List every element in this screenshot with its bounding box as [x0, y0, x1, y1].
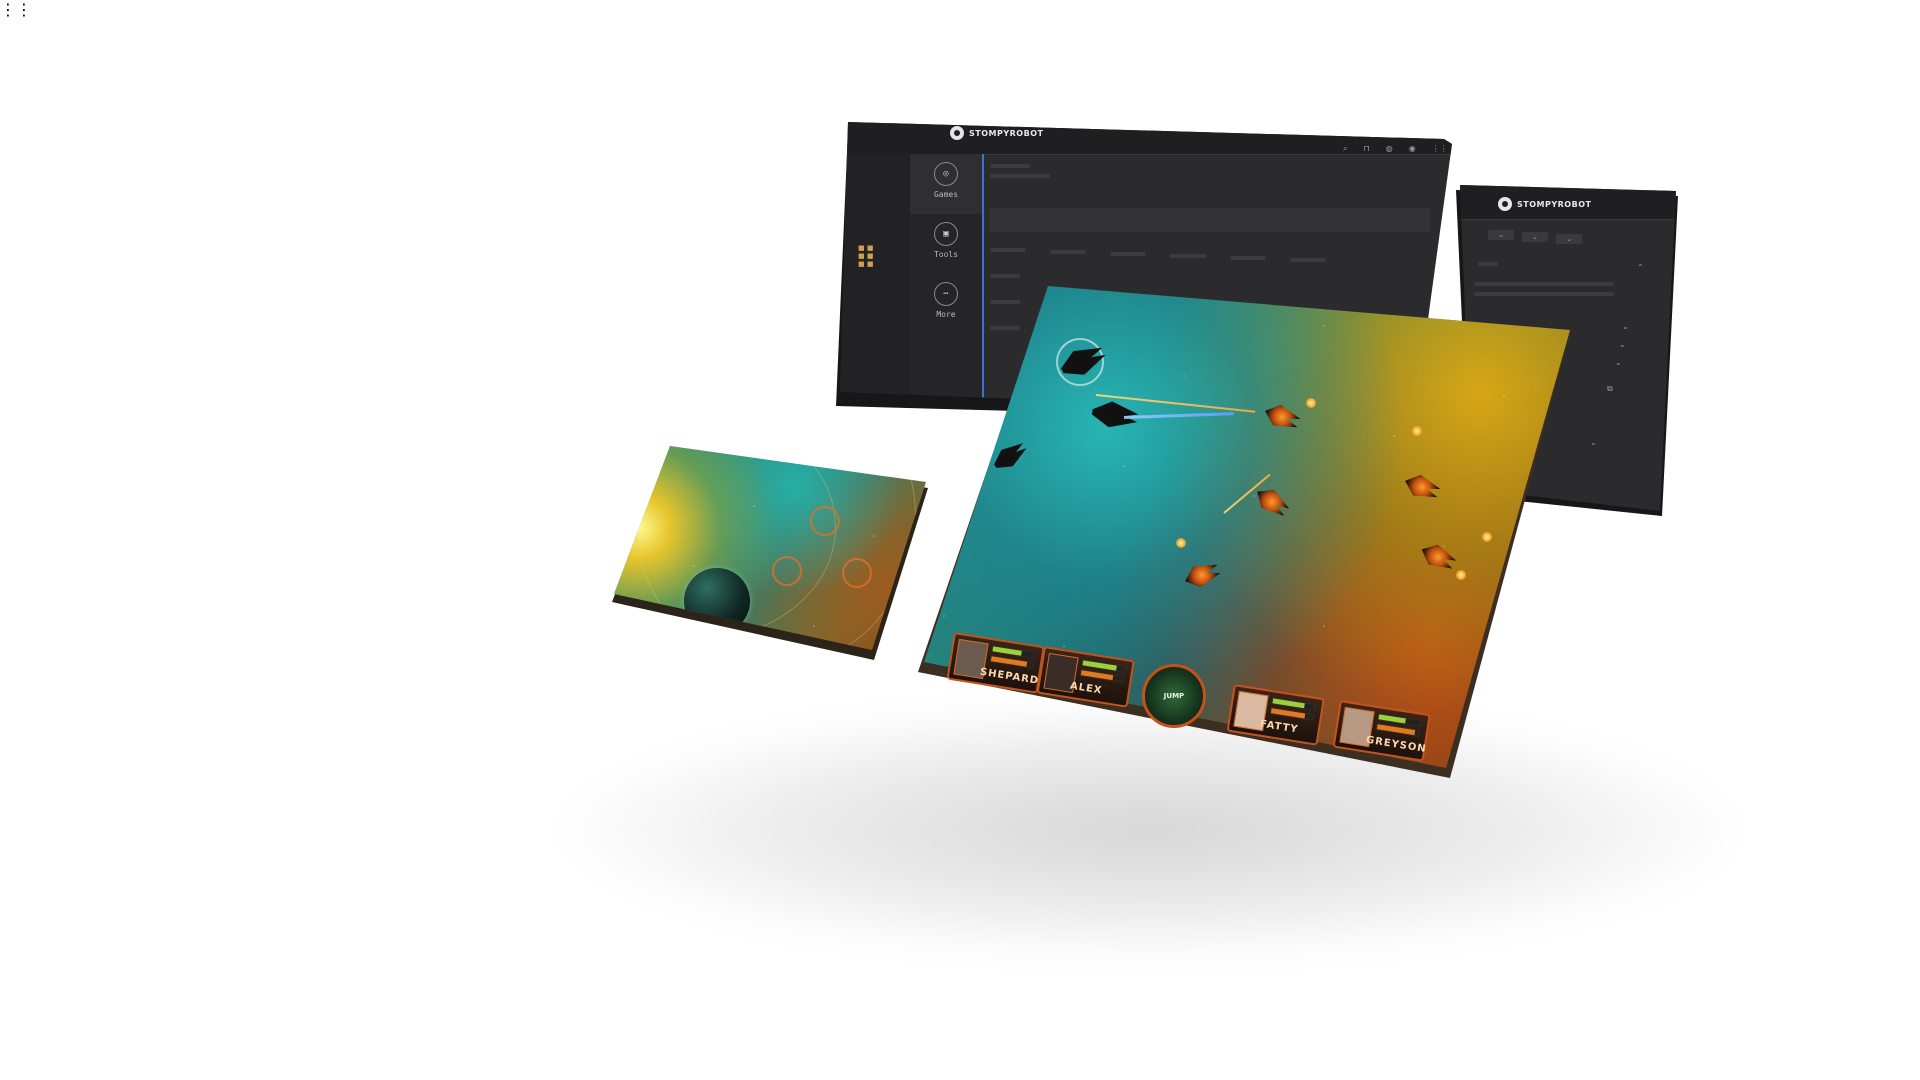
- content-line: [1050, 250, 1086, 254]
- floor-shadow: [560, 700, 1740, 960]
- crew-bars: [1269, 697, 1316, 724]
- more-icon: ⋯: [934, 282, 958, 306]
- filter-select[interactable]: ⌄: [1488, 230, 1514, 240]
- gamepad-icon: ◎: [934, 162, 958, 186]
- engine-glow: [1306, 398, 1316, 408]
- content-line: [1170, 254, 1206, 258]
- status-dots: ■ ■ ■ ■ ■ ■: [858, 244, 874, 268]
- content-line: [1474, 282, 1614, 286]
- chevron-down-icon[interactable]: ⌄: [1619, 340, 1626, 349]
- engine-glow: [1482, 532, 1492, 542]
- content-line: [990, 274, 1020, 278]
- crew-bars: [1375, 713, 1422, 740]
- globe-icon[interactable]: ◍: [1386, 144, 1393, 154]
- content-line: [1474, 292, 1614, 296]
- chevron-down-icon[interactable]: ⌄: [1622, 322, 1629, 331]
- engine-glow: [1456, 570, 1466, 580]
- engine-glow: [1412, 426, 1422, 436]
- jump-button[interactable]: JUMP: [1142, 664, 1206, 728]
- content-line: [1478, 262, 1498, 266]
- sidebar-item-label: Tools: [933, 250, 959, 259]
- engine-glow: [1176, 538, 1186, 548]
- copy-icon[interactable]: ⧉: [1607, 384, 1613, 394]
- brand-name: STOMPYROBOT: [969, 128, 1044, 138]
- sidebar-item-games[interactable]: ◎ Games: [910, 154, 982, 214]
- mobile-brand[interactable]: STOMPYROBOT: [1498, 197, 1591, 211]
- chevron-up-icon[interactable]: ⌃: [1637, 263, 1644, 272]
- sidebar-item-more[interactable]: ⋯ More: [910, 274, 982, 334]
- dashboard-top-icons: ⌕ ⊓ ◍ ◉ ⋮⋮: [1343, 144, 1448, 154]
- chevron-down-icon[interactable]: ⌄: [1590, 438, 1597, 447]
- floating-screens-scene: ■ ■ ■ ■ ■ ■ ◎ Games ▣ Tools ⋯ More STOMP…: [0, 0, 1920, 1080]
- crew-name: FATTY: [1259, 718, 1300, 736]
- content-line: [990, 248, 1026, 252]
- chevron-down-icon[interactable]: ⌄: [1615, 358, 1622, 367]
- dashboard-sidebar: ◎ Games ▣ Tools ⋯ More: [910, 154, 984, 414]
- orbit-ring: [634, 446, 916, 650]
- stompyrobot-logo-icon: [950, 126, 964, 140]
- apps-icon[interactable]: ⋮⋮: [1432, 144, 1448, 154]
- table-header-bar: [990, 208, 1430, 232]
- dashboard-brand[interactable]: STOMPYROBOT: [950, 126, 1043, 140]
- content-line: [990, 300, 1020, 304]
- cart-icon[interactable]: ⊓: [1363, 144, 1369, 154]
- filter-select[interactable]: ⌄: [1556, 234, 1582, 244]
- briefcase-icon: ▣: [934, 222, 958, 246]
- target-marker: [842, 558, 872, 588]
- target-marker: [772, 556, 802, 586]
- search-icon[interactable]: ⌕: [1343, 144, 1347, 154]
- crew-name: ALEX: [1069, 680, 1104, 697]
- dashboard-left-column: ■ ■ ■ ■ ■ ■: [840, 154, 910, 414]
- filter-select[interactable]: ⌄: [1522, 232, 1548, 242]
- content-line: [1110, 252, 1146, 256]
- crew-bars: [1079, 659, 1126, 686]
- user-icon[interactable]: ◉: [1409, 144, 1416, 154]
- content-line: [990, 326, 1020, 330]
- sidebar-item-label: Games: [933, 190, 959, 199]
- small-game-screen: [614, 446, 926, 650]
- crew-bars: [989, 645, 1036, 672]
- brand-name: STOMPYROBOT: [1517, 199, 1592, 209]
- sidebar-item-tools[interactable]: ▣ Tools: [910, 214, 982, 274]
- content-line: [990, 164, 1030, 168]
- target-marker: [810, 506, 840, 536]
- stompyrobot-logo-icon: [1498, 197, 1512, 211]
- content-line: [1290, 258, 1326, 262]
- apps-icon[interactable]: ⋮⋮: [0, 0, 1920, 19]
- sidebar-item-label: More: [936, 310, 956, 319]
- content-line: [1230, 256, 1266, 260]
- content-line: [990, 174, 1050, 178]
